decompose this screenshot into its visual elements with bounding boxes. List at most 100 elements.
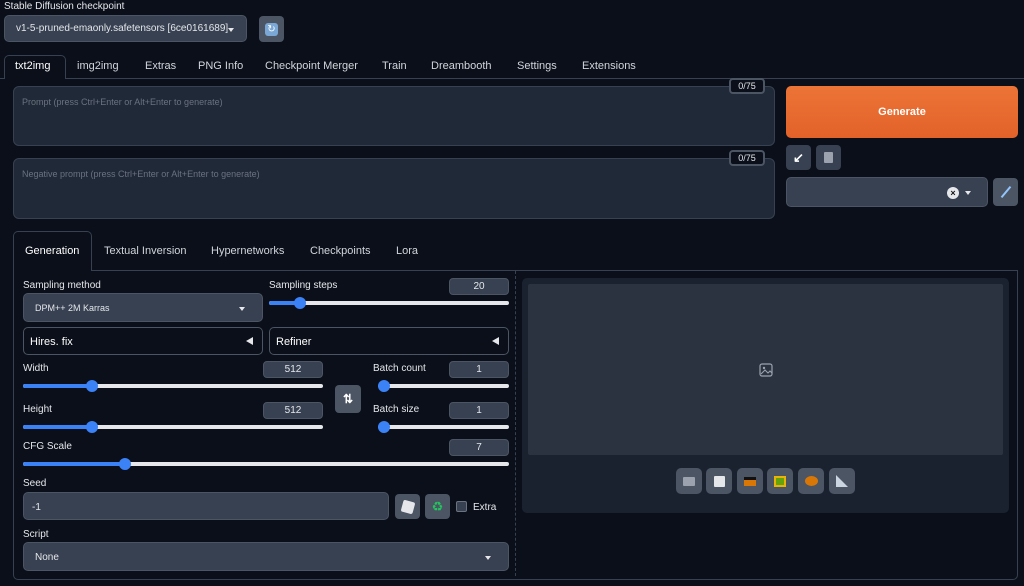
sampling-steps-slider[interactable]	[269, 297, 509, 309]
tab-bar	[0, 78, 1024, 79]
clear-prompt-button[interactable]	[816, 145, 841, 170]
height-slider[interactable]	[23, 421, 323, 433]
slider-thumb[interactable]	[86, 380, 98, 392]
checkpoint-label: Stable Diffusion checkpoint	[4, 1, 125, 12]
send-to-img2img-button[interactable]	[767, 468, 793, 494]
height-input[interactable]: 512	[263, 402, 323, 419]
batch-count-label: Batch count	[373, 363, 426, 374]
tab-train[interactable]: Train	[382, 60, 407, 72]
negative-prompt-placeholder: Negative prompt (press Ctrl+Enter or Alt…	[22, 169, 260, 179]
panel-divider	[515, 271, 516, 576]
output-image-area	[528, 284, 1003, 455]
sampling-method-value: DPM++ 2M Karras	[35, 303, 110, 313]
subtab-lora[interactable]: Lora	[396, 245, 418, 257]
tab-img2img[interactable]: img2img	[77, 60, 119, 72]
swap-dimensions-button[interactable]: ⇅	[335, 385, 361, 413]
negative-prompt-input[interactable]: Negative prompt (press Ctrl+Enter or Alt…	[13, 158, 775, 219]
subtab-checkpoints[interactable]: Checkpoints	[310, 245, 371, 257]
subtab-generation[interactable]: Generation	[25, 245, 79, 257]
batch-size-label: Batch size	[373, 404, 420, 415]
slider-thumb[interactable]	[86, 421, 98, 433]
height-label: Height	[23, 404, 52, 415]
chevron-down-icon	[228, 28, 234, 32]
zip-icon	[744, 476, 756, 486]
dice-icon	[400, 499, 415, 514]
folder-icon	[683, 476, 695, 486]
image-send-icon	[774, 475, 786, 487]
save-icon	[713, 475, 725, 487]
tab-checkpoint-merger[interactable]: Checkpoint Merger	[265, 60, 358, 72]
slider-thumb[interactable]	[378, 380, 390, 392]
chevron-down-icon	[485, 556, 491, 560]
tab-extras[interactable]: Extras	[145, 60, 176, 72]
script-dropdown[interactable]: None	[23, 542, 509, 571]
send-to-inpaint-button[interactable]	[798, 468, 824, 494]
tab-dreambooth[interactable]: Dreambooth	[431, 60, 492, 72]
script-value: None	[35, 552, 59, 563]
zip-button[interactable]	[737, 468, 763, 494]
prompt-placeholder: Prompt (press Ctrl+Enter or Alt+Enter to…	[22, 97, 223, 107]
refiner-label: Refiner	[276, 336, 312, 348]
swap-icon: ⇅	[342, 392, 354, 406]
subtab-hypernetworks[interactable]: Hypernetworks	[211, 245, 284, 257]
arrow-down-left-icon: ↙	[793, 149, 804, 165]
hires-fix-label: Hires. fix	[30, 336, 73, 348]
sampling-steps-label: Sampling steps	[269, 280, 338, 291]
slider-thumb[interactable]	[378, 421, 390, 433]
checkpoint-value: v1-5-pruned-emaonly.safetensors [6ce0161…	[16, 23, 229, 34]
tab-txt2img[interactable]: txt2img	[15, 60, 50, 72]
extra-label: Extra	[473, 502, 497, 513]
tab-settings[interactable]: Settings	[517, 60, 557, 72]
generate-label: Generate	[878, 106, 926, 118]
recycle-icon: ♻	[431, 498, 444, 514]
batch-count-input[interactable]: 1	[449, 361, 509, 378]
subtab-textual-inversion[interactable]: Textual Inversion	[104, 245, 187, 257]
chevron-down-icon	[965, 191, 971, 195]
apply-style-button[interactable]	[993, 178, 1018, 206]
open-folder-button[interactable]	[676, 468, 702, 494]
seed-label: Seed	[23, 478, 47, 489]
send-to-extras-button[interactable]	[829, 468, 855, 494]
read-params-button[interactable]: ↙	[786, 145, 811, 170]
reuse-seed-button[interactable]: ♻	[425, 494, 450, 519]
batch-size-input[interactable]: 1	[449, 402, 509, 419]
cfg-scale-label: CFG Scale	[23, 441, 72, 452]
cfg-scale-input[interactable]: 7	[449, 439, 509, 456]
triangle-left-icon	[246, 337, 253, 345]
refiner-accordion[interactable]: Refiner	[269, 327, 509, 355]
sampling-steps-input[interactable]: 20	[449, 278, 509, 295]
paintbrush-icon	[1000, 185, 1011, 199]
batch-size-slider[interactable]	[378, 421, 509, 433]
close-icon[interactable]: ×	[947, 187, 959, 199]
refresh-button[interactable]: ↻	[259, 16, 284, 42]
script-label: Script	[23, 529, 49, 540]
ruler-icon	[836, 475, 848, 487]
prompt-input[interactable]: Prompt (press Ctrl+Enter or Alt+Enter to…	[13, 86, 775, 146]
hires-fix-accordion[interactable]: Hires. fix	[23, 327, 263, 355]
generate-button[interactable]: Generate	[786, 86, 1018, 138]
random-seed-button[interactable]	[395, 494, 420, 519]
styles-dropdown[interactable]: ×	[786, 177, 988, 207]
sampling-method-dropdown[interactable]: DPM++ 2M Karras	[23, 293, 263, 322]
refresh-icon: ↻	[265, 22, 278, 36]
seed-value: -1	[32, 502, 41, 513]
tab-png-info[interactable]: PNG Info	[198, 60, 243, 72]
slider-thumb[interactable]	[119, 458, 132, 470]
prompt-token-counter: 0/75	[729, 78, 765, 94]
tab-extensions[interactable]: Extensions	[582, 60, 636, 72]
cfg-scale-slider[interactable]	[23, 458, 509, 470]
width-slider[interactable]	[23, 380, 323, 392]
extra-checkbox[interactable]	[456, 501, 467, 512]
batch-count-slider[interactable]	[378, 380, 509, 392]
seed-input[interactable]: -1	[23, 492, 389, 520]
sampling-method-label: Sampling method	[23, 280, 101, 291]
chevron-down-icon	[239, 307, 245, 311]
width-input[interactable]: 512	[263, 361, 323, 378]
save-button[interactable]	[706, 468, 732, 494]
triangle-left-icon	[492, 337, 499, 345]
palette-icon	[804, 476, 818, 486]
negative-prompt-token-counter: 0/75	[729, 150, 765, 166]
image-icon	[759, 363, 773, 377]
checkpoint-dropdown[interactable]: v1-5-pruned-emaonly.safetensors [6ce0161…	[4, 15, 247, 42]
trash-icon	[824, 152, 833, 163]
